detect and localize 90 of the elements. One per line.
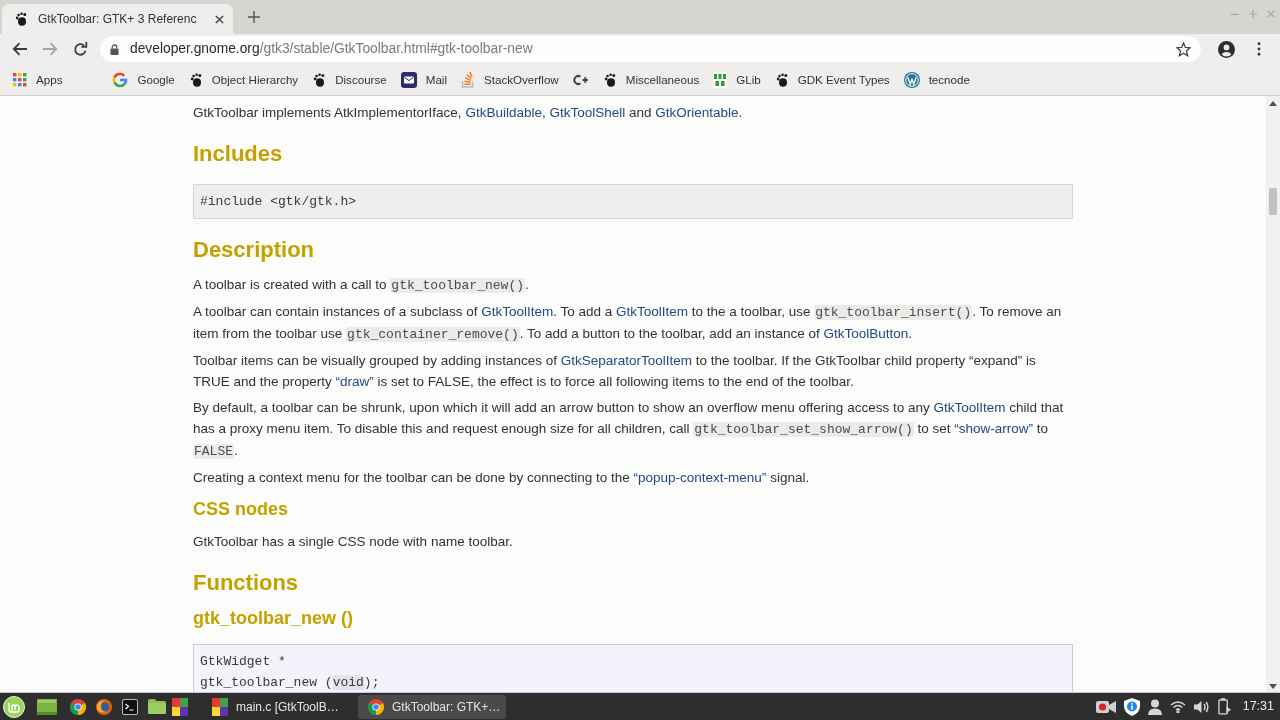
folder-icon[interactable] xyxy=(148,699,166,714)
shield-icon[interactable] xyxy=(1123,697,1140,716)
link[interactable]: “popup-context-menu” xyxy=(633,470,767,485)
app-icon xyxy=(212,697,228,716)
subsection-heading: gtk_toolbar_new () xyxy=(193,607,353,630)
back-button[interactable] xyxy=(12,41,28,57)
mint-logo-icon[interactable] xyxy=(3,695,25,718)
url-path: /gtk3/stable/GtkToolbar.html#gtk-toolbar-new xyxy=(259,39,533,58)
clock[interactable]: 17:31 xyxy=(1242,697,1274,716)
browser-icon xyxy=(368,698,384,715)
mail-icon xyxy=(400,71,417,88)
link[interactable]: GtkBuildable xyxy=(465,105,542,120)
user-icon[interactable] xyxy=(1147,698,1162,715)
bookmark[interactable]: Object Hierarchy xyxy=(188,67,299,92)
address-bar[interactable]: developer.gnome.org/gtk3/stable/GtkToolbar.html#gtk-toolbar-new xyxy=(100,36,1201,62)
inline-code: FALSE xyxy=(193,444,234,459)
link[interactable]: GtkToolShell xyxy=(549,105,626,120)
foot-icon xyxy=(774,72,789,87)
desktop-icon[interactable] xyxy=(37,698,57,715)
logo-icon xyxy=(713,71,728,88)
inline-code: gtk_toolbar_insert() xyxy=(814,305,973,320)
browser-tab[interactable]: GtkToolbar: GTK+ 3 Referenc xyxy=(2,4,233,34)
browser-icon[interactable] xyxy=(70,698,86,715)
foot-icon xyxy=(188,72,203,87)
firefox-icon[interactable] xyxy=(96,698,112,715)
tab-title: GtkToolbar: GTK+ 3 Referenc xyxy=(38,11,198,28)
code-line: gtk_toolbar_new (void); xyxy=(200,674,380,692)
menu-icon[interactable] xyxy=(1257,42,1261,56)
battery-icon[interactable] xyxy=(1217,698,1231,715)
bookmark[interactable]: Apps xyxy=(13,67,63,92)
section-heading: Includes xyxy=(193,140,283,168)
section-heading: Functions xyxy=(193,569,299,597)
link[interactable]: “draw” xyxy=(335,374,374,389)
app-icon[interactable] xyxy=(172,697,188,716)
inline-code: gtk_toolbar_set_show_arrow() xyxy=(693,422,914,437)
scrollbar[interactable] xyxy=(1266,96,1280,692)
reload-icon xyxy=(72,41,88,57)
link[interactable]: GtkOrientable xyxy=(655,105,739,120)
inline-code: gtk_container_remove() xyxy=(346,327,520,342)
video-camera-icon[interactable] xyxy=(1095,699,1116,714)
google-logo-icon xyxy=(112,71,129,88)
paragraph: By default, a toolbar can be shrunk, upon which it will add an arrow button to show an overflow menu offering access to any GtkToolItem child that has a proxy menu item. To disable this and request enough size for all children, call gtk_toolbar_set_show_arrow() to set “show-arrow” to FALSE. xyxy=(193,399,1065,461)
new-tab-icon[interactable] xyxy=(248,11,260,23)
scrollbar-thumb[interactable] xyxy=(1269,188,1277,215)
grid-icon xyxy=(13,72,27,87)
code-line: #include <gtk/gtk.h> xyxy=(200,193,357,211)
bookmark[interactable]: GDK Event Types xyxy=(774,67,890,92)
scroll-up-icon[interactable] xyxy=(1269,101,1277,106)
bookmark[interactable]: Mail xyxy=(400,67,447,92)
volume-icon[interactable] xyxy=(1193,699,1210,714)
scroll-down-icon[interactable] xyxy=(1269,684,1277,689)
lock-icon xyxy=(110,43,119,55)
terminal-icon[interactable] xyxy=(122,698,138,715)
link[interactable]: GtkToolItem xyxy=(933,400,1006,415)
bookmark[interactable]: GLib xyxy=(713,67,761,92)
back-arrow-icon xyxy=(12,41,28,57)
foot-icon xyxy=(312,72,327,87)
star-icon[interactable] xyxy=(1176,41,1191,57)
foot-icon xyxy=(602,72,617,87)
circle-logo-icon xyxy=(903,71,920,88)
url-host: developer.gnome.org xyxy=(130,39,260,58)
paragraph: A toolbar can contain instances of a subclass of GtkToolItem. To add a GtkToolItem to the a toolbar, use gtk_toolbar_insert(). To remove an item from the toolbar use gtk_container_remove(). To add a button to the toolbar, add an instance of GtkToolButton. xyxy=(193,303,1063,344)
wifi-icon[interactable] xyxy=(1169,700,1186,713)
paragraph: GtkToolbar implements AtkImplementorIface, GtkBuildable, GtkToolShell and GtkOrientable. xyxy=(193,104,744,122)
bookmark[interactable]: tecnode xyxy=(903,67,970,92)
paragraph: GtkToolbar has a single CSS node with name toolbar. xyxy=(193,533,514,551)
paragraph: A toolbar is created with a call to gtk_toolbar_new(). xyxy=(193,276,530,295)
subsection-heading: CSS nodes xyxy=(193,498,289,521)
code-line: GtkWidget * xyxy=(200,653,286,671)
stack-icon xyxy=(461,71,475,88)
inline-code: gtk_toolbar_new() xyxy=(390,278,525,293)
reload-button[interactable] xyxy=(72,41,88,57)
bookmark[interactable]: Miscellaneous xyxy=(602,67,700,92)
taskbar-window-button[interactable]: GtkToolbar: GTK+… xyxy=(358,694,506,719)
bookmark[interactable]: StackOverflow xyxy=(461,67,559,92)
section-heading: Description xyxy=(193,236,315,264)
link[interactable]: GtkSeparatorToolItem xyxy=(560,353,693,368)
close-icon[interactable] xyxy=(215,14,224,24)
profile-icon[interactable] xyxy=(1218,40,1235,58)
paragraph: Creating a context menu for the toolbar can be done by connecting to the “popup-context-menu” signal. xyxy=(193,469,811,487)
bookmark[interactable]: Discourse xyxy=(312,67,387,92)
link[interactable]: GtkToolItem xyxy=(616,304,689,319)
c-plus-icon xyxy=(572,73,589,86)
foot-icon xyxy=(14,12,28,26)
link[interactable]: “show-arrow” xyxy=(954,421,1033,436)
bookmark[interactable]: Google xyxy=(112,67,175,92)
type-name: void xyxy=(332,675,364,690)
taskbar-window-button[interactable]: main.c [GtkToolB… xyxy=(202,694,350,719)
forward-arrow-icon xyxy=(42,41,58,57)
paragraph: Toolbar items can be visually grouped by adding instances of GtkSeparatorToolItem to the toolbar. If the GtkToolbar child property “expand” is TRUE and the property “draw” is set to FALSE, the effect is to force all following items to the end of the toolbar. xyxy=(193,352,1037,391)
